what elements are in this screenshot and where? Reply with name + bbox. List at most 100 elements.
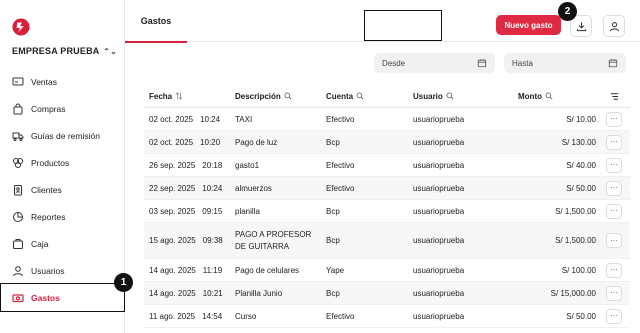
cell-user: usuarioprueba	[413, 160, 465, 170]
col-fecha-label: Fecha	[149, 91, 173, 101]
clipboard-user-icon	[12, 184, 24, 196]
row-actions-button[interactable]: ···	[606, 233, 622, 248]
cell-date: 03 sep. 2025	[149, 206, 196, 216]
row-actions-button[interactable]: ···	[606, 308, 622, 324]
cell-time: 14:54	[202, 311, 223, 321]
cell-account: Efectivo	[326, 311, 355, 321]
cell-account: Bcp	[326, 206, 340, 216]
sidebar-nav: Ventas Compras Guías de remisión Product…	[0, 68, 125, 311]
profile-button[interactable]	[603, 15, 625, 37]
company-name: EMPRESA PRUEBA	[12, 46, 100, 56]
boxes-icon	[12, 157, 24, 169]
search-icon	[284, 92, 292, 100]
row-actions-button[interactable]: ···	[606, 285, 622, 301]
cell-description: Curso	[235, 311, 257, 321]
date-to-input[interactable]: Hasta	[504, 53, 626, 73]
pie-chart-icon	[12, 211, 24, 223]
sidebar-item-guias[interactable]: Guías de remisión	[0, 122, 125, 149]
cell-date: 22 sep. 2025	[149, 183, 196, 193]
col-cuenta[interactable]: Cuenta	[326, 92, 413, 101]
cell-description: TAXI	[235, 114, 253, 124]
table-row: 03 sep. 2025 09:15 planilla Bcp usuariopr…	[144, 200, 630, 223]
download-icon	[576, 21, 586, 31]
sidebar-item-label: Ventas	[31, 76, 57, 87]
cell-account: Bcp	[326, 236, 340, 245]
cell-user: usuarioprueba	[413, 236, 465, 245]
cell-date: 26 sep. 2025	[149, 160, 196, 170]
table-row: 14 ago. 2025 11:19 Pago de celulares Yape…	[144, 259, 630, 282]
search-icon	[545, 92, 553, 100]
sidebar-item-label: Clientes	[31, 184, 62, 195]
new-expense-button[interactable]: Nuevo gasto	[496, 15, 561, 35]
cell-date: 02 oct. 2025	[149, 137, 194, 147]
sidebar-item-clientes[interactable]: Clientes	[0, 176, 125, 203]
table-row: 26 sep. 2025 20:18 gasto1 Efectivo usuari…	[144, 154, 630, 177]
cell-user: usuarioprueba	[413, 114, 465, 124]
sidebar-item-productos[interactable]: Productos	[0, 149, 125, 176]
col-usuario-label: Usuario	[413, 91, 443, 101]
row-actions-button[interactable]: ···	[606, 134, 622, 150]
cell-description: Pago de celulares	[235, 265, 300, 275]
tab-gastos[interactable]: Gastos	[125, 0, 187, 43]
cell-account: Efectivo	[326, 160, 355, 170]
cell-amount: S/ 40.00	[566, 160, 596, 170]
cell-time: 10:20	[200, 137, 221, 147]
lines-menu-icon	[610, 92, 618, 100]
sidebar-item-label: Caja	[31, 238, 49, 249]
cell-description: almuerzos	[235, 183, 272, 193]
cell-description: Planilla Junio	[235, 288, 283, 298]
cell-description: planilla	[235, 206, 260, 216]
annotation-box-new-expense	[364, 10, 442, 41]
table-row: 02 oct. 2025 10:20 Pago de luz Bcp usuari…	[144, 131, 630, 154]
cell-description: PAGO A PROFESOR DE GUITARRA	[235, 229, 312, 251]
columns-menu-button[interactable]	[598, 92, 630, 101]
cell-description: Pago de luz	[235, 137, 278, 147]
cell-user: usuarioprueba	[413, 288, 465, 298]
sidebar-item-reportes[interactable]: Reportes	[0, 203, 125, 230]
row-actions-button[interactable]: ···	[606, 203, 622, 219]
cell-time: 20:18	[202, 160, 223, 170]
annotation-badge-2: 2	[558, 2, 577, 21]
sidebar-item-label: Usuarios	[31, 265, 65, 276]
sidebar-item-ventas[interactable]: Ventas	[0, 68, 125, 95]
sidebar-item-usuarios[interactable]: Usuarios	[0, 257, 125, 284]
cell-amount: S/ 10.00	[566, 114, 596, 124]
row-actions-button[interactable]: ···	[606, 157, 622, 173]
row-actions-button[interactable]: ···	[606, 262, 622, 278]
cell-amount: S/ 1,500.00	[555, 236, 596, 245]
annotation-badge-1: 1	[114, 273, 133, 292]
cell-user: usuarioprueba	[413, 206, 465, 216]
row-actions-button[interactable]: ···	[606, 111, 622, 127]
company-logo	[12, 18, 30, 36]
cell-amount: S/ 50.00	[566, 183, 596, 193]
cell-time: 09:38	[202, 236, 223, 245]
date-from-input[interactable]: Desde	[374, 53, 495, 73]
col-cuenta-label: Cuenta	[326, 91, 354, 101]
cell-date: 14 ago. 2025	[149, 265, 196, 275]
sort-icon	[175, 92, 183, 100]
row-actions-button[interactable]: ···	[606, 180, 622, 196]
sidebar-item-label: Guías de remisión	[31, 130, 100, 141]
table-row: 15 ago. 2025 09:38 PAGO A PROFESOR DE GUI…	[144, 223, 630, 259]
col-usuario[interactable]: Usuario	[413, 92, 508, 101]
user-icon	[609, 21, 619, 31]
col-descripcion[interactable]: Descripción	[235, 92, 326, 101]
col-monto[interactable]: Monto	[508, 92, 598, 101]
cell-user: usuarioprueba	[413, 311, 465, 321]
cell-time: 11:19	[202, 265, 223, 275]
table-row: 14 ago. 2025 10:21 Planilla Junio Bcp usu…	[144, 282, 630, 305]
sidebar-item-caja[interactable]: Caja	[0, 230, 125, 257]
cash-box-icon	[12, 238, 24, 250]
calendar-icon	[608, 59, 618, 68]
cell-account: Yape	[326, 265, 345, 275]
sidebar-item-compras[interactable]: Compras	[0, 95, 125, 122]
user-icon	[12, 265, 24, 277]
expenses-table: Fecha Descripción Cuenta Usuario Monto 0…	[144, 85, 630, 328]
cell-user: usuarioprueba	[413, 265, 465, 275]
company-selector[interactable]: EMPRESA PRUEBA ⌃⌄	[12, 46, 117, 56]
cell-date: 02 oct. 2025	[149, 114, 194, 124]
cell-date: 11 ago. 2025	[149, 311, 196, 321]
col-descripcion-label: Descripción	[235, 91, 281, 101]
sidebar-item-label: Productos	[31, 157, 70, 168]
col-fecha[interactable]: Fecha	[144, 92, 235, 101]
